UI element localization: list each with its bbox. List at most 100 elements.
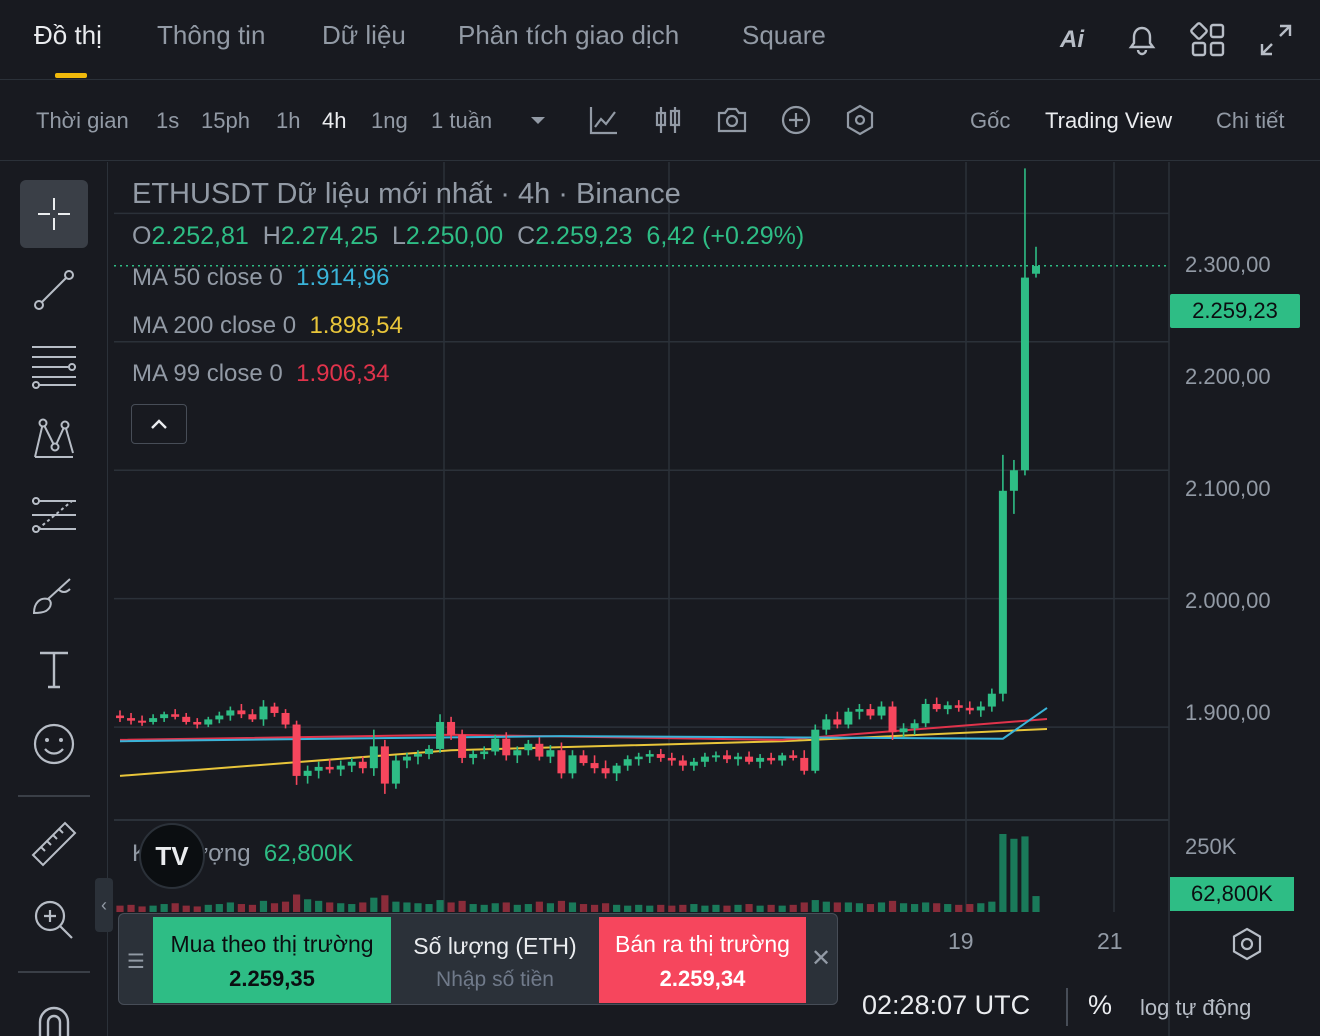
candle-body: [778, 755, 787, 761]
ruler-icon: [31, 821, 77, 867]
trend-line-tool[interactable]: [20, 256, 88, 324]
volume-bar: [745, 904, 753, 912]
volume-bar: [436, 900, 444, 912]
smiley-icon: [33, 723, 75, 765]
quantity-input[interactable]: Số lượng (ETH) Nhập số tiền: [391, 917, 599, 1003]
interval-4h[interactable]: 4h: [322, 108, 346, 134]
volume-bar: [171, 903, 179, 912]
candle-body: [756, 757, 765, 762]
crosshair-tool[interactable]: [20, 180, 88, 248]
add-circle-icon[interactable]: [779, 103, 813, 137]
bell-icon[interactable]: [1122, 20, 1162, 60]
volume-bar: [215, 904, 223, 912]
volume-bar: [911, 904, 919, 912]
horizontal-lines-tool[interactable]: [20, 330, 88, 398]
text-tool[interactable]: [20, 636, 88, 704]
price-chart[interactable]: [114, 162, 1320, 1036]
interval-1h[interactable]: 1h: [276, 108, 300, 134]
chevron-left-icon: ‹: [101, 894, 107, 915]
view-trading-view[interactable]: Trading View: [1045, 108, 1172, 134]
market-buy-button[interactable]: Mua theo thị trường 2.259,35: [153, 917, 391, 1003]
volume-bar: [226, 902, 234, 912]
interval-1s[interactable]: 1s: [156, 108, 179, 134]
candle-body: [535, 743, 544, 757]
volume-bar: [1032, 896, 1040, 912]
apps-grid-icon[interactable]: [1188, 20, 1228, 60]
zoom-in-icon: [34, 900, 73, 939]
candle-body: [502, 738, 511, 756]
interval-1d[interactable]: 1ng: [371, 108, 408, 134]
indicator-chart-icon[interactable]: [587, 103, 621, 137]
market-sell-button[interactable]: Bán ra thị trường 2.259,34: [599, 917, 806, 1003]
drag-handle-icon[interactable]: ☰: [127, 949, 145, 974]
emoji-tool[interactable]: [20, 710, 88, 778]
volume-bar: [138, 906, 146, 912]
candle-body: [998, 490, 1007, 694]
volume-bar: [601, 903, 610, 912]
collapse-legend-button[interactable]: [131, 404, 187, 444]
chart-legend-title: ETHUSDT Dữ liệu mới nhất · 4h · Binance: [132, 178, 681, 210]
volume-bar: [734, 904, 742, 912]
volume-bar: [557, 900, 566, 912]
tab-info[interactable]: Thông tin: [157, 20, 265, 51]
volume-bar: [458, 900, 466, 912]
price-tick: 1.900,00: [1185, 700, 1271, 725]
candle-body: [303, 770, 312, 776]
collapse-toolbar-toggle[interactable]: ‹: [95, 878, 113, 932]
volume-bar: [337, 903, 345, 912]
volume-bar: [922, 902, 930, 912]
candle-body: [447, 721, 456, 735]
chevron-down-icon[interactable]: [523, 106, 553, 136]
fibonacci-tool[interactable]: [20, 482, 88, 550]
zoom-tool[interactable]: [20, 886, 88, 954]
pattern-tool[interactable]: [20, 404, 88, 472]
candle-body: [160, 714, 169, 719]
trend-line-icon: [34, 270, 74, 310]
measure-tool[interactable]: [20, 810, 88, 878]
chart-settings-icon[interactable]: [1228, 925, 1266, 963]
toolbar-divider: [18, 795, 90, 797]
tradingview-logo: TV: [139, 823, 205, 889]
tab-square[interactable]: Square: [742, 20, 826, 51]
auto-log-toggle[interactable]: log tự động: [1140, 995, 1251, 1021]
volume-bar: [789, 904, 797, 912]
chart-toolbar: Thời gian 1s 15ph 1h 4h 1ng 1 tuần Gốc T…: [0, 81, 1320, 161]
magnet-tool[interactable]: [20, 990, 88, 1036]
volume-bar: [833, 902, 841, 912]
toolbar-divider: [18, 971, 90, 973]
candle-body: [711, 755, 720, 758]
close-icon[interactable]: ✕: [811, 944, 831, 973]
candlestick-type-icon[interactable]: [651, 103, 685, 137]
candle-body: [204, 719, 213, 725]
volume-bar: [712, 904, 720, 912]
candle-body: [634, 756, 643, 760]
candle-body: [425, 748, 434, 755]
tab-chart[interactable]: Đồ thị: [34, 20, 102, 51]
view-original[interactable]: Gốc: [970, 108, 1010, 134]
volume-bar: [502, 902, 510, 912]
camera-icon[interactable]: [715, 103, 749, 137]
brush-tool[interactable]: [20, 560, 88, 628]
view-depth[interactable]: Chi tiết: [1216, 108, 1284, 134]
utc-clock: 02:28:07 UTC: [862, 990, 1031, 1020]
volume-bar: [877, 902, 886, 912]
candle-body: [689, 761, 698, 766]
candle-body: [877, 706, 886, 716]
volume-bar: [944, 904, 952, 912]
ai-icon[interactable]: Ai: [1060, 26, 1100, 66]
volume-bar: [855, 903, 864, 912]
interval-15m[interactable]: 15ph: [201, 108, 250, 134]
hexagon-settings-icon[interactable]: [843, 103, 877, 137]
volume-bar: [370, 897, 378, 912]
tab-trading-analysis[interactable]: Phân tích giao dịch: [458, 20, 679, 51]
volume-bar: [359, 902, 367, 912]
tab-data[interactable]: Dữ liệu: [322, 20, 406, 51]
candle-body: [910, 723, 919, 729]
percent-scale-toggle[interactable]: %: [1088, 990, 1112, 1021]
candle-body: [237, 710, 246, 715]
candle-body: [987, 693, 996, 707]
interval-1w[interactable]: 1 tuần: [431, 108, 492, 134]
candle-body: [667, 757, 676, 761]
candle-body: [391, 760, 400, 784]
fullscreen-icon[interactable]: [1256, 20, 1296, 60]
